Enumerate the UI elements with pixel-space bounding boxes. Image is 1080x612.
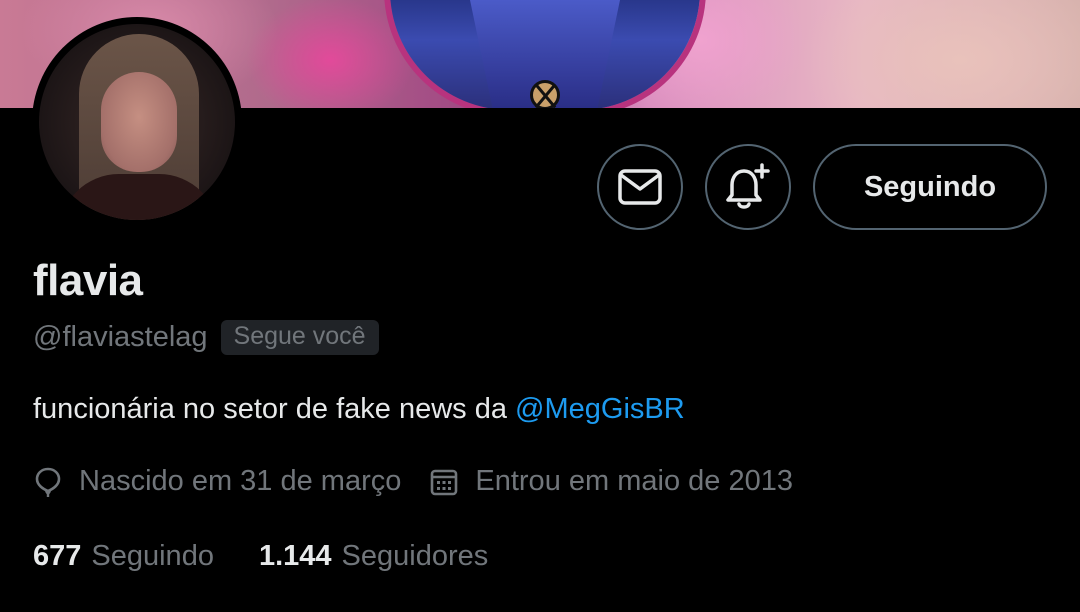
message-button[interactable]	[597, 144, 683, 230]
following-stat-link[interactable]: 677 Seguindo	[33, 540, 214, 573]
notify-button[interactable]	[705, 144, 791, 230]
balloon-icon	[33, 467, 63, 497]
followers-stat-link[interactable]: 1.144 Seguidores	[259, 540, 488, 573]
bio-text: funcionária no setor de fake news da	[33, 393, 516, 425]
avatar[interactable]	[32, 17, 242, 227]
calendar-icon	[429, 467, 459, 497]
bell-plus-icon	[726, 163, 770, 209]
envelope-icon	[618, 169, 662, 205]
joined-text: Entrou em maio de 2013	[475, 465, 793, 497]
follows-you-badge: Segue você	[220, 320, 379, 355]
following-count: 677	[33, 540, 82, 572]
profile-stats: 677 Seguindo 1.144 Seguidores	[33, 540, 488, 573]
birthday-text: Nascido em 31 de março	[79, 465, 402, 497]
following-button[interactable]: Seguindo	[813, 144, 1047, 230]
display-name: flavia	[33, 256, 143, 305]
user-handle: @flaviastelag	[33, 321, 208, 353]
bio-mention-link[interactable]: @MegGisBR	[515, 393, 685, 425]
profile-bio: funcionária no setor de fake news da @Me…	[33, 393, 685, 426]
avatar-image	[39, 24, 235, 220]
following-label: Seguindo	[91, 540, 214, 572]
followers-count: 1.144	[258, 540, 332, 572]
handle-row: @flaviastelag Segue você	[33, 320, 379, 355]
followers-label: Seguidores	[341, 540, 489, 572]
x-emblem-icon	[530, 80, 560, 108]
avatar-face	[101, 72, 177, 172]
joined-item: Entrou em maio de 2013	[429, 465, 793, 498]
profile-meta: Nascido em 31 de março Entrou em maio de…	[33, 465, 793, 498]
birthday-item: Nascido em 31 de março	[33, 465, 401, 498]
